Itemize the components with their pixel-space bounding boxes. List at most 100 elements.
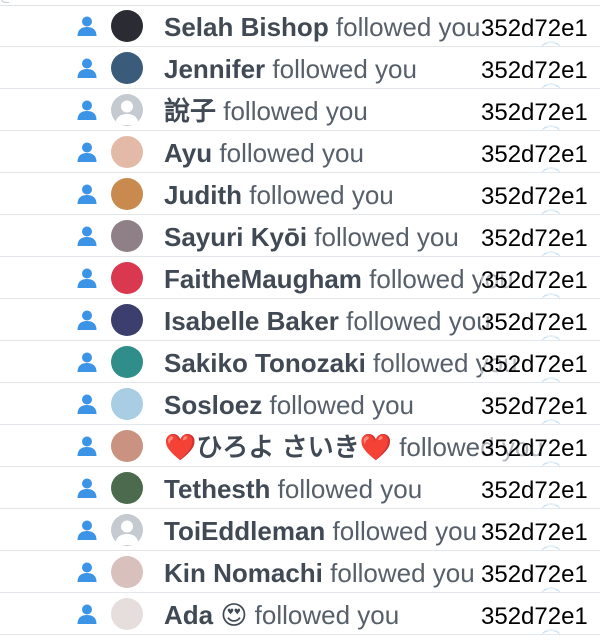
notification-text: Selah Bishop followed you <box>164 12 480 42</box>
person-icon <box>77 478 97 498</box>
notification-id: 352d72e1 <box>481 15 588 43</box>
user-name[interactable]: Tethesth <box>164 474 270 504</box>
follow-action-text: followed you <box>216 96 368 126</box>
person-icon <box>77 184 97 204</box>
notification-row[interactable]: Judith followed you 352d72e1 <box>0 173 600 215</box>
notification-id: 352d72e1 <box>481 141 588 169</box>
user-name[interactable]: Ada 😍 <box>164 600 247 630</box>
user-name[interactable]: 說子 <box>164 96 216 126</box>
follow-action-text: followed you <box>325 516 478 546</box>
avatar[interactable] <box>111 220 143 252</box>
notification-row[interactable]: Ayu followed you 352d72e1 <box>0 131 600 173</box>
follow-action-text: followed you <box>307 222 459 252</box>
notification-id: 352d72e1 <box>481 57 588 85</box>
follow-action-text: followed you <box>242 180 394 210</box>
person-icon <box>77 352 97 372</box>
notification-text: Sosloez followed you <box>164 390 414 420</box>
notification-text: Kin Nomachi followed you <box>164 558 475 588</box>
notification-row[interactable]: Isabelle Baker followed you 352d72e1 <box>0 299 600 341</box>
follow-action-text: followed you <box>322 558 475 588</box>
notification-text: Judith followed you <box>164 180 394 210</box>
user-name[interactable]: ToiEddleman <box>164 516 325 546</box>
user-name[interactable]: FaitheMaugham <box>164 264 362 294</box>
follow-action-text: followed you <box>328 12 481 42</box>
avatar[interactable] <box>111 346 143 378</box>
user-name[interactable]: Ayu <box>164 138 212 168</box>
notification-row[interactable]: Kin Nomachi followed you 352d72e1 <box>0 551 600 593</box>
person-icon <box>77 16 97 36</box>
notification-text: Sayuri Kyōi followed you <box>164 222 459 252</box>
person-icon <box>77 394 97 414</box>
avatar[interactable] <box>111 514 143 546</box>
notification-id: 352d72e1 <box>481 351 588 379</box>
notification-row[interactable]: Sakiko Tonozaki followed you 352d72e1 <box>0 341 600 383</box>
person-icon <box>77 100 97 120</box>
follow-action-text: followed you <box>212 138 364 168</box>
avatar[interactable] <box>111 10 143 42</box>
avatar[interactable] <box>111 136 143 168</box>
notification-text: FaitheMaugham followed you <box>164 264 514 294</box>
avatar[interactable] <box>111 178 143 210</box>
person-icon <box>77 310 97 330</box>
notification-text: Ayu followed you <box>164 138 364 168</box>
avatar[interactable] <box>111 52 143 84</box>
default-avatar-icon <box>115 520 139 545</box>
person-icon <box>77 604 97 624</box>
notification-text: Jennifer followed you <box>164 54 417 84</box>
notification-row[interactable]: Sayuri Kyōi followed you 352d72e1 <box>0 215 600 257</box>
notification-row[interactable]: ToiEddleman followed you 352d72e1 <box>0 509 600 551</box>
user-name[interactable]: Sayuri Kyōi <box>164 222 307 252</box>
notification-text: Sakiko Tonozaki followed you <box>164 348 518 378</box>
notification-id: 352d72e1 <box>481 519 588 547</box>
person-icon <box>77 520 97 540</box>
notification-row[interactable]: 說子 followed you 352d72e1 <box>0 89 600 131</box>
user-name[interactable]: Kin Nomachi <box>164 558 323 588</box>
notification-row[interactable]: FaitheMaugham followed you 352d72e1 <box>0 257 600 299</box>
notification-list: Selah Bishop followed you 352d72e1 Jenni… <box>0 5 600 635</box>
notification-id: 352d72e1 <box>481 603 588 631</box>
list-corner <box>0 0 9 3</box>
notification-row[interactable]: Ada 😍 followed you 352d72e1 <box>0 593 600 635</box>
avatar[interactable] <box>111 262 143 294</box>
user-name[interactable]: Sosloez <box>164 390 262 420</box>
notification-id: 352d72e1 <box>481 435 588 463</box>
notification-row[interactable]: Tethesth followed you 352d72e1 <box>0 467 600 509</box>
avatar[interactable] <box>111 94 143 126</box>
person-icon <box>77 562 97 582</box>
notification-id: 352d72e1 <box>481 99 588 127</box>
person-icon <box>77 268 97 288</box>
notification-row[interactable]: ❤️ひろよ さいき❤️ followed you 352d72e1 <box>0 425 600 467</box>
avatar[interactable] <box>111 388 143 420</box>
user-name[interactable]: ❤️ひろよ さいき❤️ <box>164 432 392 462</box>
notification-id: 352d72e1 <box>481 393 588 421</box>
person-icon <box>77 142 97 162</box>
default-avatar-icon <box>115 100 139 125</box>
user-name[interactable]: Isabelle Baker <box>164 306 339 336</box>
notification-row[interactable]: Selah Bishop followed you 352d72e1 <box>0 5 600 47</box>
follow-action-text: followed you <box>270 474 423 504</box>
avatar[interactable] <box>111 598 143 630</box>
notification-id: 352d72e1 <box>481 225 588 253</box>
avatar[interactable] <box>111 556 143 588</box>
follow-action-text: followed you <box>247 600 400 630</box>
notification-text: Isabelle Baker followed you <box>164 306 491 336</box>
notification-id: 352d72e1 <box>481 561 588 589</box>
notification-text: Ada 😍 followed you <box>164 600 399 630</box>
person-icon <box>77 436 97 456</box>
user-name[interactable]: Sakiko Tonozaki <box>164 348 366 378</box>
notification-id: 352d72e1 <box>481 267 588 295</box>
person-icon <box>77 226 97 246</box>
user-name[interactable]: Judith <box>164 180 242 210</box>
notification-row[interactable]: Sosloez followed you 352d72e1 <box>0 383 600 425</box>
avatar[interactable] <box>111 472 143 504</box>
avatar[interactable] <box>111 430 143 462</box>
user-name[interactable]: Selah Bishop <box>164 12 329 42</box>
follow-action-text: followed you <box>265 54 417 84</box>
notification-text: ToiEddleman followed you <box>164 516 477 546</box>
notification-text: Tethesth followed you <box>164 474 422 504</box>
avatar[interactable] <box>111 304 143 336</box>
notification-row[interactable]: Jennifer followed you 352d72e1 <box>0 47 600 89</box>
notification-id: 352d72e1 <box>481 477 588 505</box>
user-name[interactable]: Jennifer <box>164 54 265 84</box>
follow-action-text: followed you <box>338 306 491 336</box>
